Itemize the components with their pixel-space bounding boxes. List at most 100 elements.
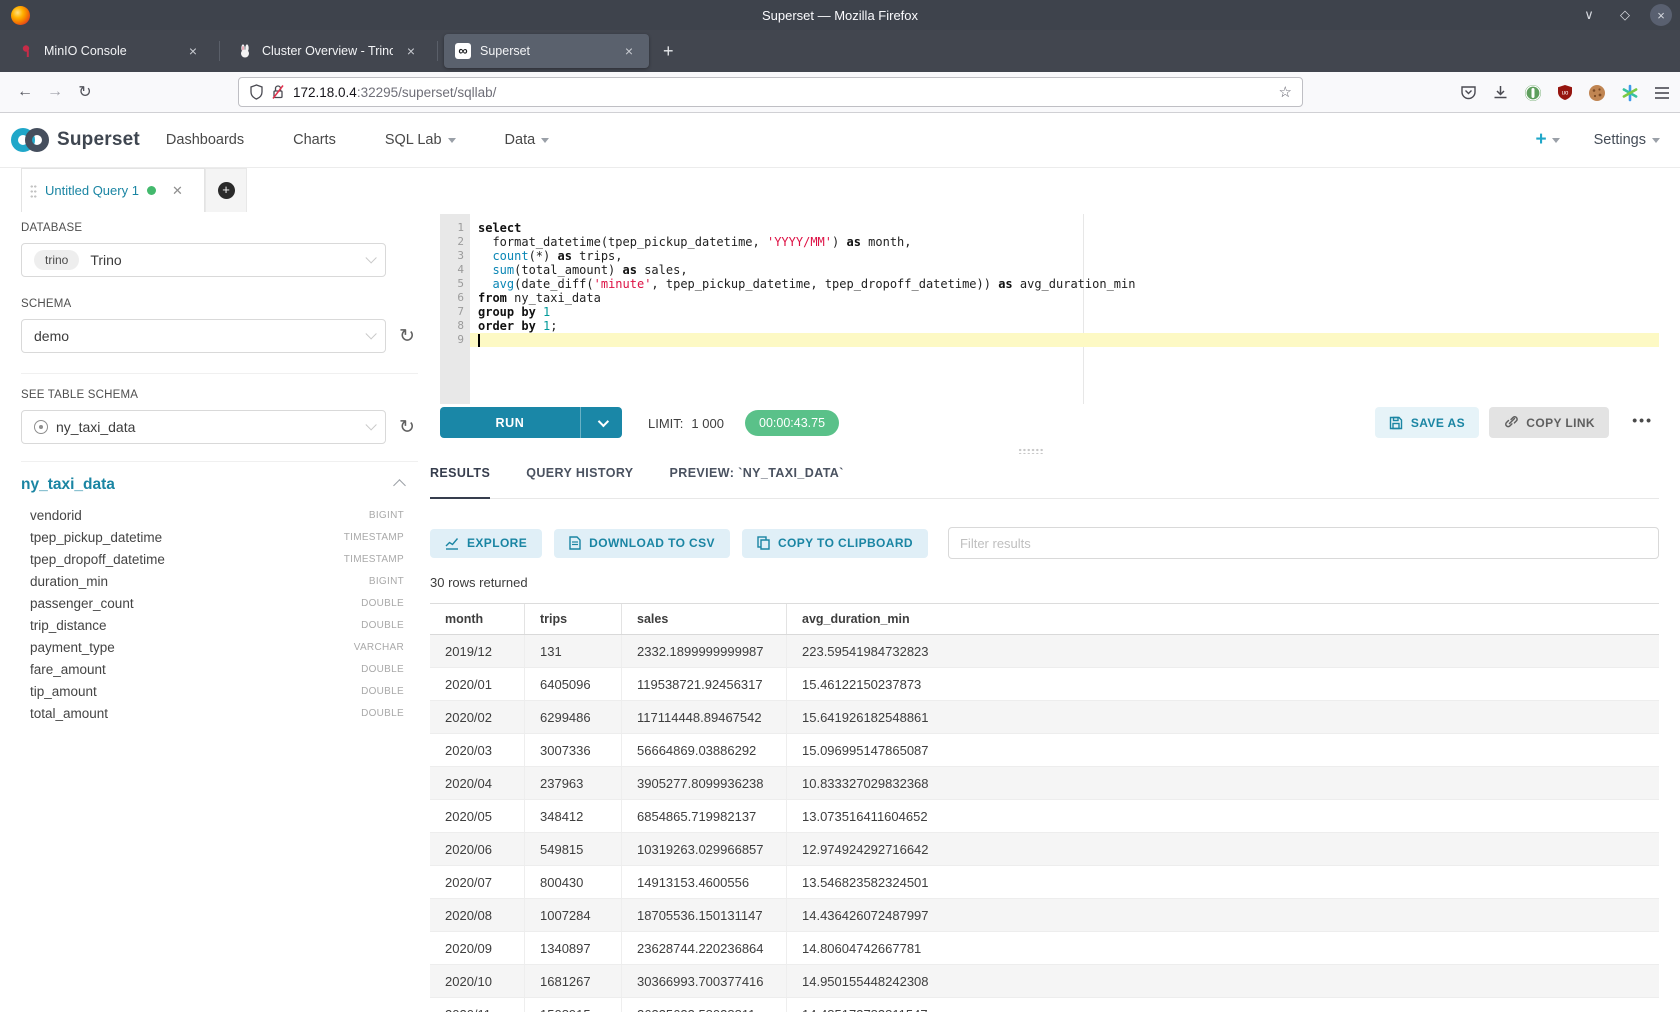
download-csv-button[interactable]: DOWNLOAD TO CSV	[554, 529, 730, 558]
editor-gutter: 123456789	[440, 214, 470, 404]
tab-preview-table[interactable]: PREVIEW: `NY_TAXI_DATA`	[670, 466, 844, 498]
chevron-down-icon	[448, 138, 456, 143]
table-cell: 237963	[525, 767, 622, 799]
url-bar[interactable]: 172.18.0.4:32295/superset/sqllab/ ☆	[238, 77, 1303, 107]
download-icon[interactable]	[1492, 84, 1509, 101]
table-cell: 2020/06	[430, 833, 525, 865]
tab-close-icon[interactable]: ×	[184, 43, 202, 59]
results-column-header[interactable]: trips	[525, 604, 622, 634]
sqllab-sidebar: DATABASE trino Trino SCHEMA demo ↻ SEE T…	[21, 222, 418, 724]
url-text: 172.18.0.4:32295/superset/sqllab/	[293, 85, 1279, 100]
table-cell: 2020/02	[430, 701, 525, 733]
table-row: 2019/121312332.1899999999987223.59541984…	[430, 635, 1659, 668]
nav-dashboards[interactable]: Dashboards	[166, 132, 244, 148]
insecure-lock-icon[interactable]	[271, 84, 285, 100]
table-cell: 1340897	[525, 932, 622, 964]
column-name: vendorid	[30, 508, 82, 523]
results-column-header[interactable]: avg_duration_min	[787, 604, 1659, 634]
database-value: Trino	[90, 252, 121, 268]
shield-icon[interactable]	[249, 84, 264, 100]
run-button[interactable]: RUN	[440, 407, 622, 438]
explore-button[interactable]: EXPLORE	[430, 529, 542, 558]
copy-clipboard-button[interactable]: COPY TO CLIPBOARD	[742, 529, 928, 558]
database-select[interactable]: trino Trino	[21, 243, 386, 277]
sql-editor[interactable]: 123456789 select format_datetime(tpep_pi…	[440, 214, 1659, 404]
window-titlebar: Superset — Mozilla Firefox ∨ ◇ ×	[0, 0, 1680, 30]
drag-handle-icon[interactable]	[30, 184, 37, 198]
reload-button[interactable]: ↻	[70, 82, 100, 102]
table-cell: 2020/08	[430, 899, 525, 931]
settings-menu[interactable]: Settings	[1594, 132, 1660, 148]
tab-query-history[interactable]: QUERY HISTORY	[526, 466, 633, 498]
column-name: tpep_dropoff_datetime	[30, 552, 165, 567]
new-tab-button[interactable]: +	[663, 41, 674, 62]
filter-results-input[interactable]	[948, 527, 1659, 559]
query-tab[interactable]: Untitled Query 1 ✕	[21, 168, 205, 212]
browser-tab-superset[interactable]: ∞ Superset ×	[444, 34, 649, 68]
table-cell: 30366993.700377416	[622, 965, 787, 997]
back-button[interactable]: ←	[10, 83, 40, 101]
cookie-icon[interactable]	[1588, 84, 1606, 102]
table-cell: 14.950155448242308	[787, 965, 1659, 997]
copy-link-button[interactable]: COPY LINK	[1489, 407, 1609, 438]
pocket-icon[interactable]	[1460, 84, 1477, 101]
table-cell: 2020/05	[430, 800, 525, 832]
table-cell: 2019/12	[430, 635, 525, 667]
tab-close-icon[interactable]: ×	[620, 43, 638, 59]
new-item-button[interactable]: +	[1535, 129, 1559, 151]
nav-data[interactable]: Data	[505, 132, 550, 148]
table-name-heading[interactable]: ny_taxi_data	[21, 476, 115, 494]
collapse-chevron-icon[interactable]	[393, 479, 406, 492]
more-options-button[interactable]: •••	[1632, 412, 1653, 428]
save-as-button[interactable]: SAVE AS	[1375, 407, 1479, 438]
table-row: 2020/10168126730366993.70037741614.95015…	[430, 965, 1659, 998]
ublock-shield-icon[interactable]: uo	[1557, 84, 1573, 101]
extension-green-icon[interactable]	[1524, 84, 1542, 102]
results-column-header[interactable]: sales	[622, 604, 787, 634]
run-button-label[interactable]: RUN	[440, 407, 580, 438]
window-maximize-icon[interactable]: ◇	[1614, 4, 1636, 26]
svg-text:uo: uo	[1562, 91, 1569, 97]
code-line: avg(date_diff('minute', tpep_pickup_date…	[470, 277, 1659, 291]
table-cell: 26335623.58028811	[622, 998, 787, 1012]
table-cell: 14.436426072487997	[787, 899, 1659, 931]
column-name: tpep_pickup_datetime	[30, 530, 162, 545]
tab-close-icon[interactable]: ×	[402, 43, 420, 59]
schema-label: SCHEMA	[21, 298, 418, 310]
nav-sqllab[interactable]: SQL Lab	[385, 132, 456, 148]
text-cursor	[478, 334, 480, 347]
database-engine-badge: trino	[34, 250, 79, 270]
browser-tab-trino[interactable]: Cluster Overview - Trino ×	[226, 34, 431, 68]
nav-charts[interactable]: Charts	[293, 132, 336, 148]
line-number: 7	[440, 305, 470, 319]
tab-results[interactable]: RESULTS	[430, 466, 490, 499]
pane-resize-handle[interactable]	[1018, 448, 1044, 454]
window-close-icon[interactable]: ×	[1650, 4, 1672, 26]
chart-icon	[445, 537, 459, 550]
window-minimize-icon[interactable]: ∨	[1578, 4, 1600, 26]
browser-tab-minio[interactable]: MinIO Console ×	[8, 34, 213, 68]
window-title: Superset — Mozilla Firefox	[0, 8, 1680, 23]
table-cell: 15.641926182548861	[787, 701, 1659, 733]
menu-hamburger-icon[interactable]	[1654, 86, 1670, 100]
column-type: DOUBLE	[361, 598, 404, 609]
forward-button[interactable]: →	[40, 83, 70, 101]
refresh-table-icon[interactable]: ↻	[399, 418, 415, 437]
column-type: VARCHAR	[354, 642, 404, 653]
schema-select[interactable]: demo	[21, 319, 386, 353]
chevron-down-icon	[365, 419, 376, 430]
superset-logo[interactable]: Superset	[10, 127, 140, 153]
extension-asterisk-icon[interactable]	[1621, 84, 1639, 102]
add-query-tab[interactable]: +	[205, 168, 247, 212]
query-tab-close-icon[interactable]: ✕	[172, 183, 183, 199]
bookmark-star-icon[interactable]: ☆	[1279, 83, 1292, 101]
table-row: 2020/016405096119538721.9245631715.46122…	[430, 668, 1659, 701]
editor-code-area[interactable]: select format_datetime(tpep_pickup_datet…	[470, 214, 1659, 404]
file-icon	[569, 536, 581, 550]
refresh-schema-icon[interactable]: ↻	[399, 327, 415, 346]
limit-dropdown[interactable]: LIMIT: 1 000	[608, 404, 758, 442]
table-cell: 6405096	[525, 668, 622, 700]
results-column-header[interactable]: month	[430, 604, 525, 634]
table-select[interactable]: ny_taxi_data	[21, 410, 386, 444]
column-type: DOUBLE	[361, 686, 404, 697]
